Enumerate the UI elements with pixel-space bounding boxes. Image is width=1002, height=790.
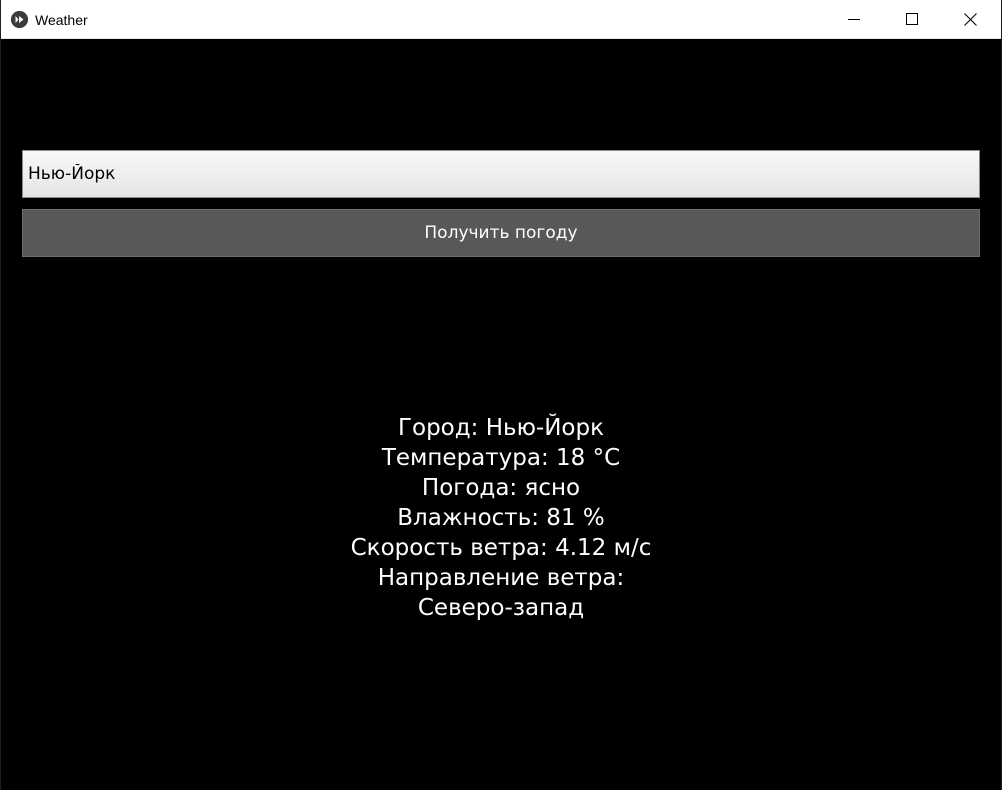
app-window: Weather Получить погоду Город: Нью-Йорк … xyxy=(0,0,1002,790)
window-title: Weather xyxy=(35,12,88,28)
title-bar[interactable]: Weather xyxy=(1,0,1001,39)
minimize-button[interactable] xyxy=(825,0,883,38)
result-humidity: Влажность: 81 % xyxy=(397,505,605,531)
maximize-icon xyxy=(906,13,918,25)
result-temperature: Температура: 18 °C xyxy=(381,445,621,471)
close-icon xyxy=(963,12,977,26)
get-weather-button[interactable]: Получить погоду xyxy=(22,209,980,257)
maximize-button[interactable] xyxy=(883,0,941,38)
result-wind-direction-value: Северо-запад xyxy=(417,595,585,621)
result-conditions: Погода: ясно xyxy=(421,475,581,501)
result-city: Город: Нью-Йорк xyxy=(397,415,604,441)
city-input[interactable] xyxy=(22,150,980,198)
main-content: Получить погоду Город: Нью-Йорк Температ… xyxy=(1,39,1001,790)
app-icon xyxy=(11,11,28,28)
result-wind-direction-label: Направление ветра: xyxy=(377,565,625,591)
close-button[interactable] xyxy=(941,0,999,38)
result-wind-speed: Скорость ветра: 4.12 м/с xyxy=(350,535,652,561)
minimize-icon xyxy=(848,19,860,20)
weather-result: Город: Нью-Йорк Температура: 18 °C Погод… xyxy=(1,413,1001,623)
